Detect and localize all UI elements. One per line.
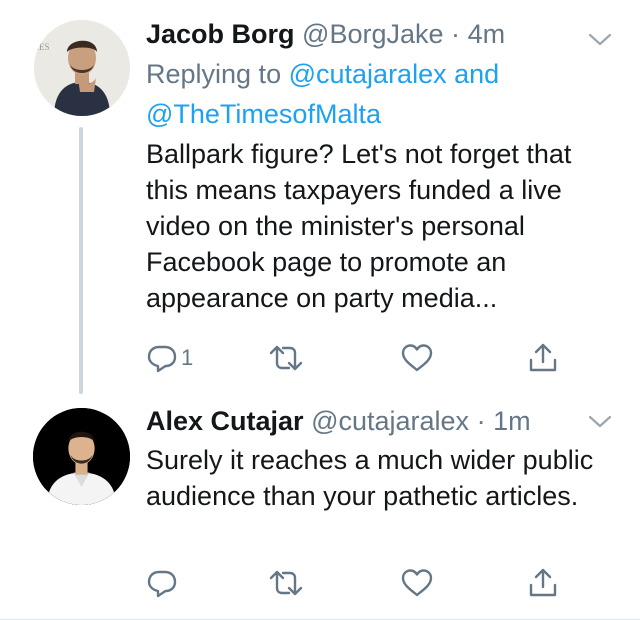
retweet-button[interactable]	[268, 338, 304, 378]
like-button[interactable]	[400, 563, 434, 603]
avatar-photo: IES	[34, 20, 130, 116]
replying-to: Replying to @cutajaralex and @TheTimesof…	[146, 54, 610, 134]
separator: ·	[476, 406, 486, 436]
tweet-content: Alex Cutajar @cutajaralex · 1m Surely it…	[146, 401, 610, 514]
share-button[interactable]	[527, 338, 559, 378]
display-name[interactable]: Alex Cutajar	[146, 406, 304, 436]
like-button[interactable]	[400, 338, 434, 378]
reply-count: 1	[181, 345, 194, 370]
retweet-icon	[269, 570, 303, 596]
reply-button[interactable]	[146, 563, 178, 603]
mention-link[interactable]: @cutajaralex	[289, 59, 447, 89]
share-button[interactable]	[527, 563, 559, 603]
replying-to-label: Replying to	[146, 59, 282, 89]
tweet[interactable]: Alex Cutajar @cutajaralex · 1m Surely it…	[0, 400, 640, 620]
tweet-content: Jacob Borg @BorgJake · 4m Replying to @c…	[146, 14, 610, 316]
timestamp[interactable]: 1m	[493, 406, 531, 436]
replying-and[interactable]: and	[454, 59, 499, 89]
tweet-actions: 1	[0, 338, 640, 378]
tweet-header: Alex Cutajar @cutajaralex · 1m	[146, 401, 610, 441]
heart-icon	[401, 344, 433, 372]
reply-icon	[147, 345, 177, 373]
reply-icon	[147, 570, 177, 598]
tweet-text: Surely it reaches a much wider public au…	[146, 445, 594, 511]
tweet-header: Jacob Borg @BorgJake · 4m	[146, 14, 610, 54]
retweet-icon	[269, 345, 303, 371]
tweet-text: Ballpark figure? Let's not forget that t…	[146, 139, 572, 313]
separator: ·	[451, 19, 461, 49]
share-icon	[529, 568, 557, 597]
tweet-actions	[0, 563, 640, 603]
reply-button[interactable]: 1	[146, 338, 193, 378]
avatar-photo	[33, 408, 130, 505]
display-name[interactable]: Jacob Borg	[146, 19, 295, 49]
tweet[interactable]: IES Jacob Borg @BorgJake · 4m Replying t…	[0, 0, 640, 400]
mention-link[interactable]: @TheTimesofMalta	[146, 99, 381, 129]
share-icon	[529, 343, 557, 372]
avatar[interactable]: IES	[34, 20, 130, 116]
chevron-down-icon[interactable]	[586, 30, 614, 50]
user-handle[interactable]: @BorgJake	[302, 19, 443, 49]
svg-text:IES: IES	[36, 42, 50, 52]
retweet-button[interactable]	[268, 563, 304, 603]
user-handle[interactable]: @cutajaralex	[311, 406, 469, 436]
heart-icon	[401, 569, 433, 597]
avatar[interactable]	[33, 408, 130, 505]
chevron-down-icon[interactable]	[586, 412, 614, 432]
timestamp[interactable]: 4m	[468, 19, 506, 49]
